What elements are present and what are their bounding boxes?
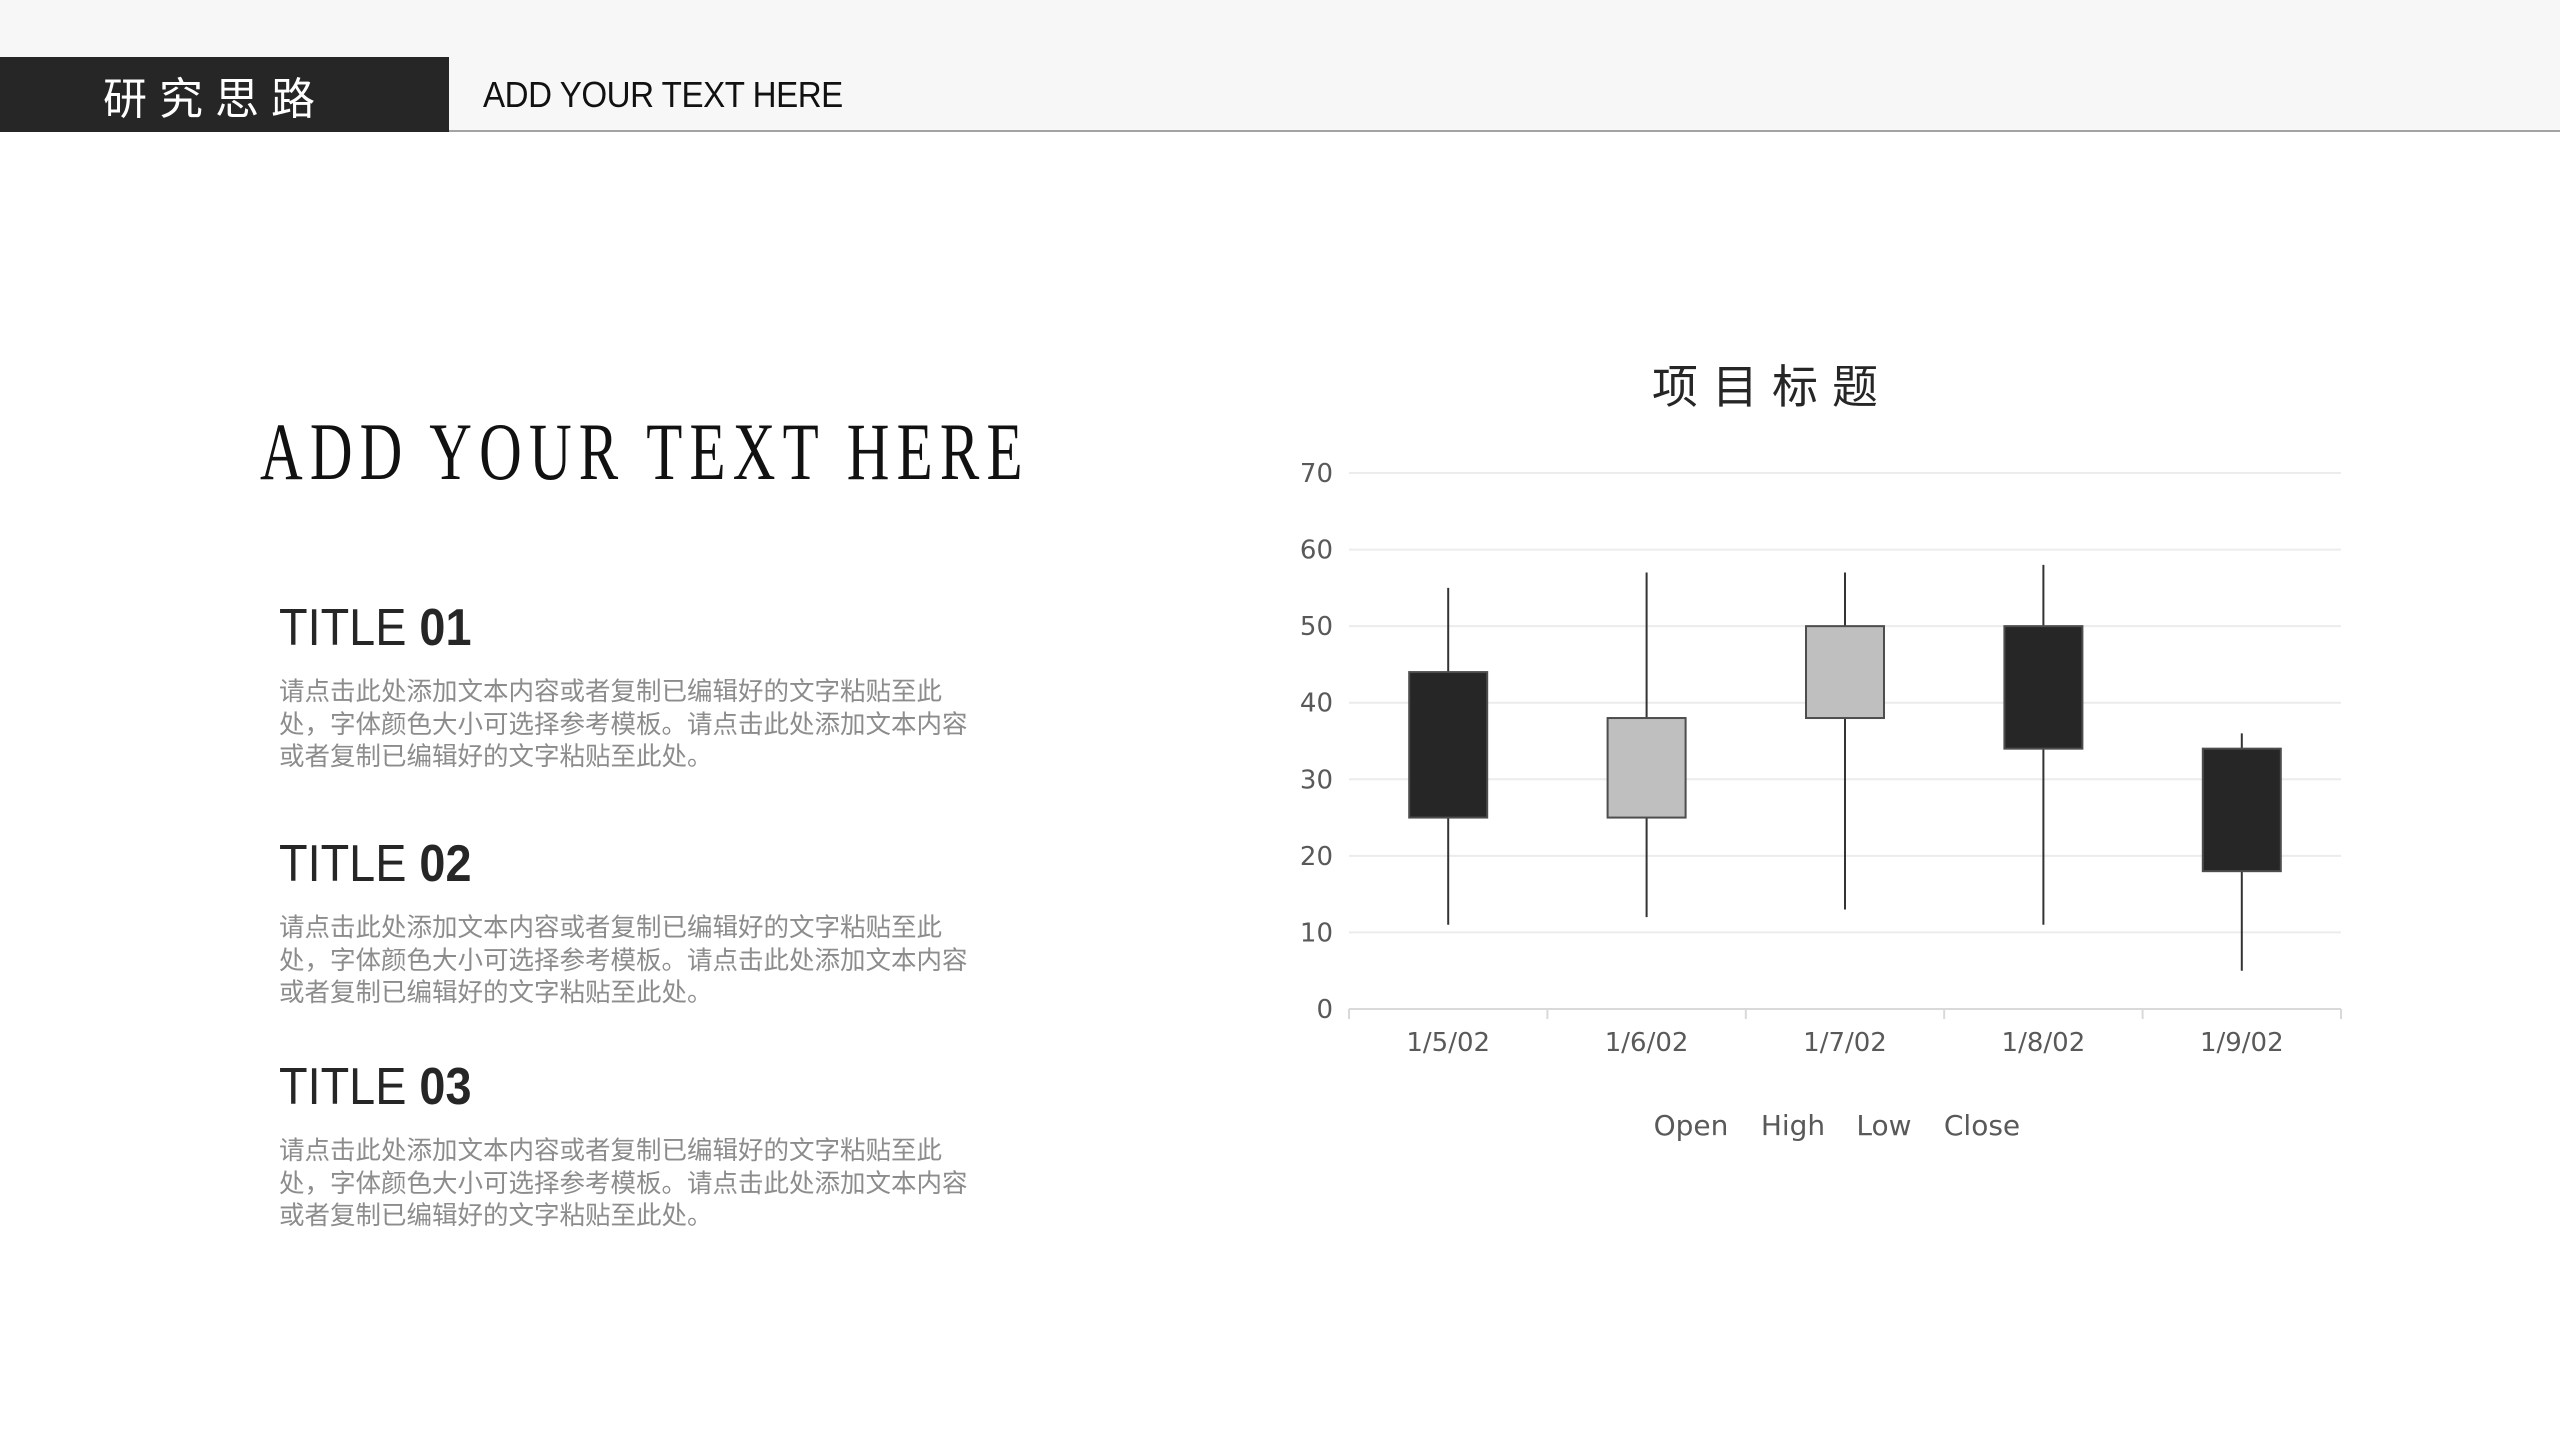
section-body: 请点击此处添加文本内容或者复制已编辑好的文字粘贴至此处，字体颜色大小可选择参考模… [279,677,968,773]
legend-item-open: Open [1654,1109,1729,1142]
main-title: ADD YOUR TEXT HERE [260,406,1030,497]
section-title-word: TITLE [279,1058,407,1116]
section-title-number: 03 [419,1058,472,1116]
section-label: 研究思路 [103,73,327,125]
candle-body [1805,625,1885,720]
y-tick-label: 30 [1300,765,1333,795]
section-title-number: 01 [419,599,472,657]
candle-layer [1408,564,2282,971]
section-body: 请点击此处添加文本内容或者复制已编辑好的文字粘贴至此处，字体颜色大小可选择参考模… [279,913,968,1009]
section-03: TITLE 03 请点击此处添加文本内容或者复制已编辑好的文字粘贴至此处，字体颜… [279,1057,979,1233]
y-tick-label: 0 [1316,995,1333,1025]
section-body: 请点击此处添加文本内容或者复制已编辑好的文字粘贴至此处，字体颜色大小可选择参考模… [279,1136,968,1232]
y-tick-label: 60 [1300,536,1333,566]
y-tick-label: 10 [1300,918,1333,948]
x-tick-label: 1/9/02 [2200,1028,2284,1058]
axis-layer: 0 10 20 30 40 50 60 70 1/5/02 1/6/02 1/7/02 1/8/02 1… [1300,459,2342,1058]
x-tick-label: 1/6/02 [1605,1028,1689,1058]
y-tick-label: 40 [1300,689,1333,719]
x-tick-label: 1/8/02 [2002,1028,2086,1058]
x-tick-label: 1/7/02 [1803,1028,1887,1058]
candle-body [2201,747,2282,873]
candle-body [2003,625,2084,750]
legend-item-low: Low [1856,1109,1911,1142]
legend-layer: Open High Low Close [1654,1109,2021,1142]
section-label-block: 研究思路 [0,57,449,132]
x-tick-label: 1/5/02 [1406,1028,1490,1058]
section-title-word: TITLE [279,599,407,657]
y-tick-label: 70 [1300,459,1333,489]
section-title: TITLE 01 [279,598,909,658]
section-title: TITLE 02 [279,834,909,894]
section-title-number: 02 [419,835,472,893]
section-01: TITLE 01 请点击此处添加文本内容或者复制已编辑好的文字粘贴至此处，字体颜… [279,598,979,774]
header-subtitle: ADD YOUR TEXT HERE [483,74,843,115]
section-title: TITLE 03 [279,1057,909,1117]
grid-layer [1349,472,2341,934]
legend-item-high: High [1761,1109,1825,1142]
section-02: TITLE 02 请点击此处添加文本内容或者复制已编辑好的文字粘贴至此处，字体颜… [279,834,979,1010]
candle-body [1606,717,1687,819]
chart-title: 项目标题 [1652,360,1892,414]
candle-body [1408,671,1489,819]
section-title-word: TITLE [279,835,407,893]
legend-item-close: Close [1944,1109,2020,1142]
header-bar: 研究思路 ADD YOUR TEXT HERE [0,0,2560,132]
y-tick-label: 20 [1300,842,1333,872]
y-tick-label: 50 [1300,612,1333,642]
